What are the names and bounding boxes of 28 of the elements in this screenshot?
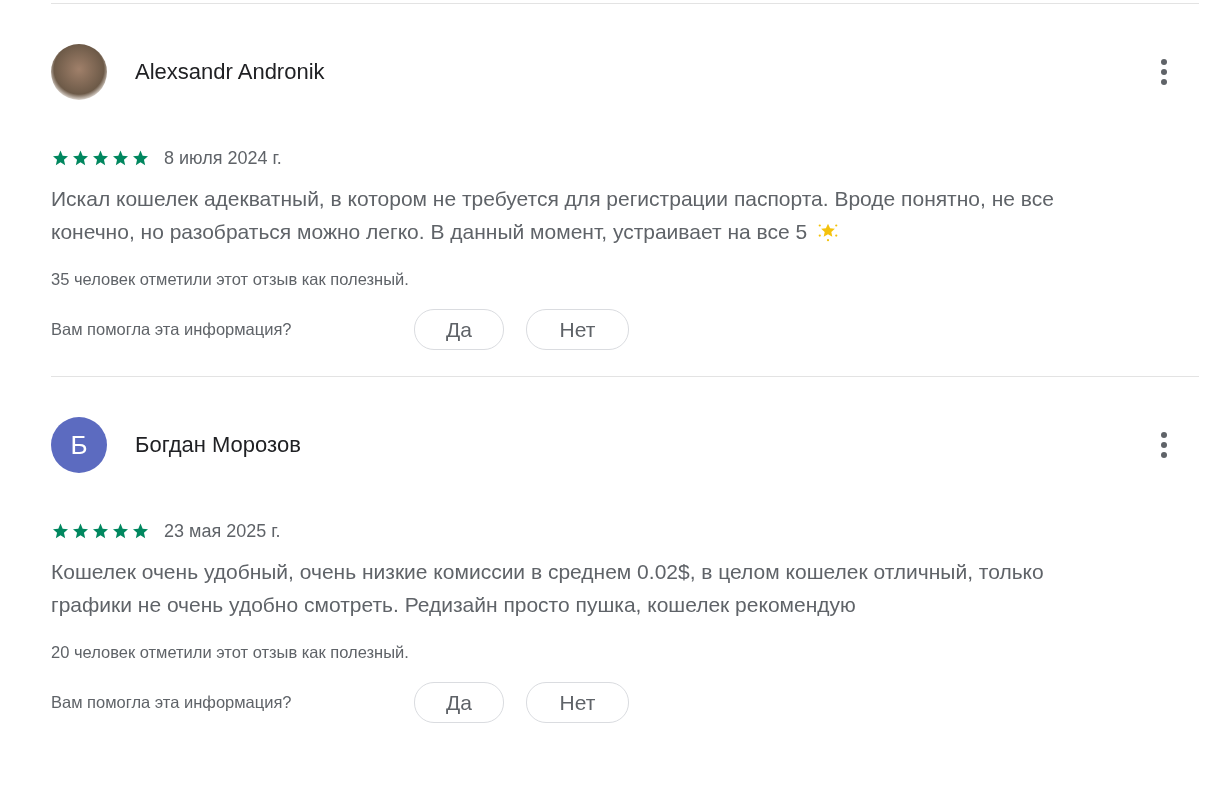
review-date: 8 июля 2024 г. bbox=[164, 147, 282, 169]
more-options-icon[interactable] bbox=[1161, 58, 1167, 86]
star-icon bbox=[111, 522, 130, 540]
star-icon bbox=[71, 149, 90, 167]
helpful-count: 20 человек отметили этот отзыв как полезный. bbox=[51, 643, 410, 662]
review-text: Искал кошелек адекватный, в котором не требуется для регистрации паспорта. Вроде понятно, не все конечно, но разобраться можно легко. В данный момент, устраивает на все 5 bbox=[51, 186, 1055, 245]
helpful-question: Вам помогла эта информация? bbox=[51, 320, 293, 339]
avatar-photo-placeholder bbox=[51, 44, 107, 100]
avatar-letter: Б bbox=[51, 417, 107, 473]
author-name: Alexsandr Andronik bbox=[135, 59, 325, 85]
yes-button[interactable]: Да bbox=[414, 682, 504, 723]
star-icon bbox=[91, 149, 110, 167]
star-icon bbox=[111, 149, 130, 167]
helpful-question: Вам помогла эта информация? bbox=[51, 693, 293, 712]
no-button[interactable]: Нет bbox=[526, 682, 629, 723]
author-name: Богдан Морозов bbox=[135, 432, 301, 458]
review-text: Кошелек очень удобный, очень низкие комиссии в среднем 0.02$, в целом кошелек отличный, только графики не очень удобно смотреть. Редизайн просто пушка, кошелек рекомендую bbox=[51, 559, 1045, 618]
no-button[interactable]: Нет bbox=[526, 309, 629, 350]
star-icon bbox=[51, 149, 70, 167]
star-icon bbox=[131, 149, 150, 167]
star-icon bbox=[71, 522, 90, 540]
star-icon bbox=[91, 522, 110, 540]
star-icon bbox=[131, 522, 150, 540]
helpful-count: 35 человек отметили этот отзыв как полезный. bbox=[51, 270, 410, 289]
review-date: 23 мая 2025 г. bbox=[164, 520, 281, 542]
yes-button[interactable]: Да bbox=[414, 309, 504, 350]
star-icon bbox=[51, 522, 70, 540]
more-options-icon[interactable] bbox=[1161, 431, 1167, 459]
